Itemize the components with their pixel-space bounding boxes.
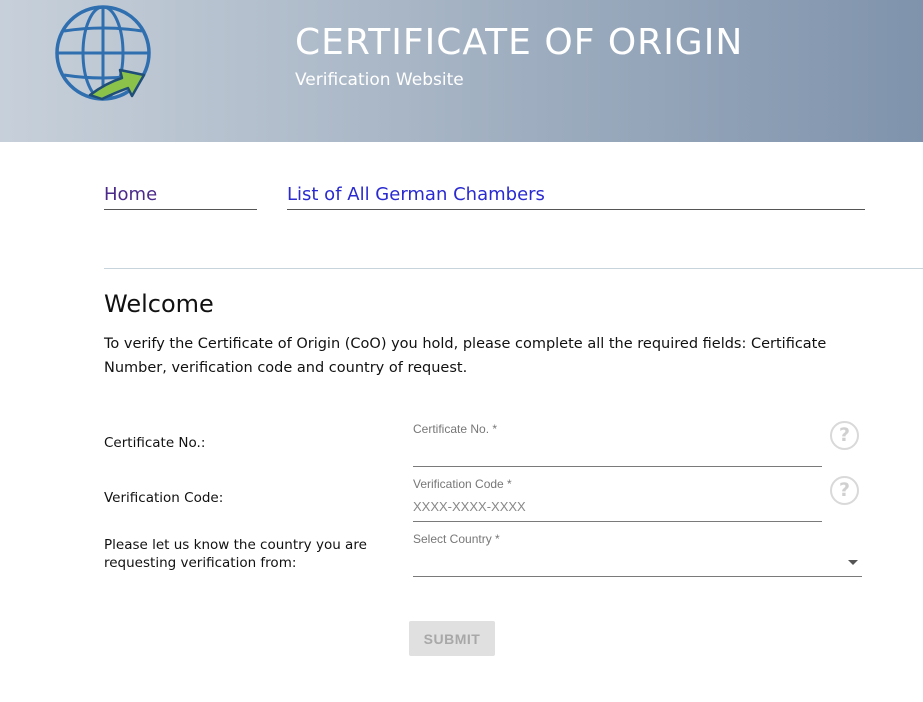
page-header: CERTIFICATE OF ORIGIN Verification Websi… — [0, 0, 923, 142]
caret-down-icon[interactable] — [848, 560, 858, 565]
verification-code-input[interactable] — [413, 497, 818, 515]
country-select[interactable] — [413, 554, 833, 572]
certificate-field-label: Certificate No. * — [413, 422, 498, 436]
certificate-field-underline — [413, 466, 822, 467]
certificate-number-input[interactable] — [413, 443, 818, 463]
nav-home-link[interactable]: Home — [104, 184, 157, 205]
page-subtitle: Verification Website — [295, 70, 464, 90]
nav-chambers-underline — [287, 209, 865, 210]
certificate-row-label: Certificate No.: — [104, 435, 206, 451]
section-divider — [104, 268, 923, 269]
verification-field-underline — [413, 521, 822, 522]
welcome-heading: Welcome — [104, 290, 214, 318]
verification-row-label: Verification Code: — [104, 490, 224, 506]
globe-arrow-icon — [55, 5, 151, 101]
intro-text: To verify the Certificate of Origin (CoO… — [104, 336, 827, 376]
country-field-label: Select Country * — [413, 532, 500, 546]
country-field-underline — [413, 576, 862, 577]
certificate-help-icon[interactable]: ? — [830, 421, 859, 450]
verification-field-label: Verification Code * — [413, 477, 512, 491]
submit-button[interactable]: SUBMIT — [409, 621, 495, 656]
verification-help-icon[interactable]: ? — [830, 476, 859, 505]
nav-home-underline — [104, 209, 257, 210]
nav-german-chambers-link[interactable]: List of All German Chambers — [287, 184, 545, 205]
country-row-label: Please let us know the country you are r… — [104, 537, 367, 571]
page-title: CERTIFICATE OF ORIGIN — [295, 22, 744, 63]
